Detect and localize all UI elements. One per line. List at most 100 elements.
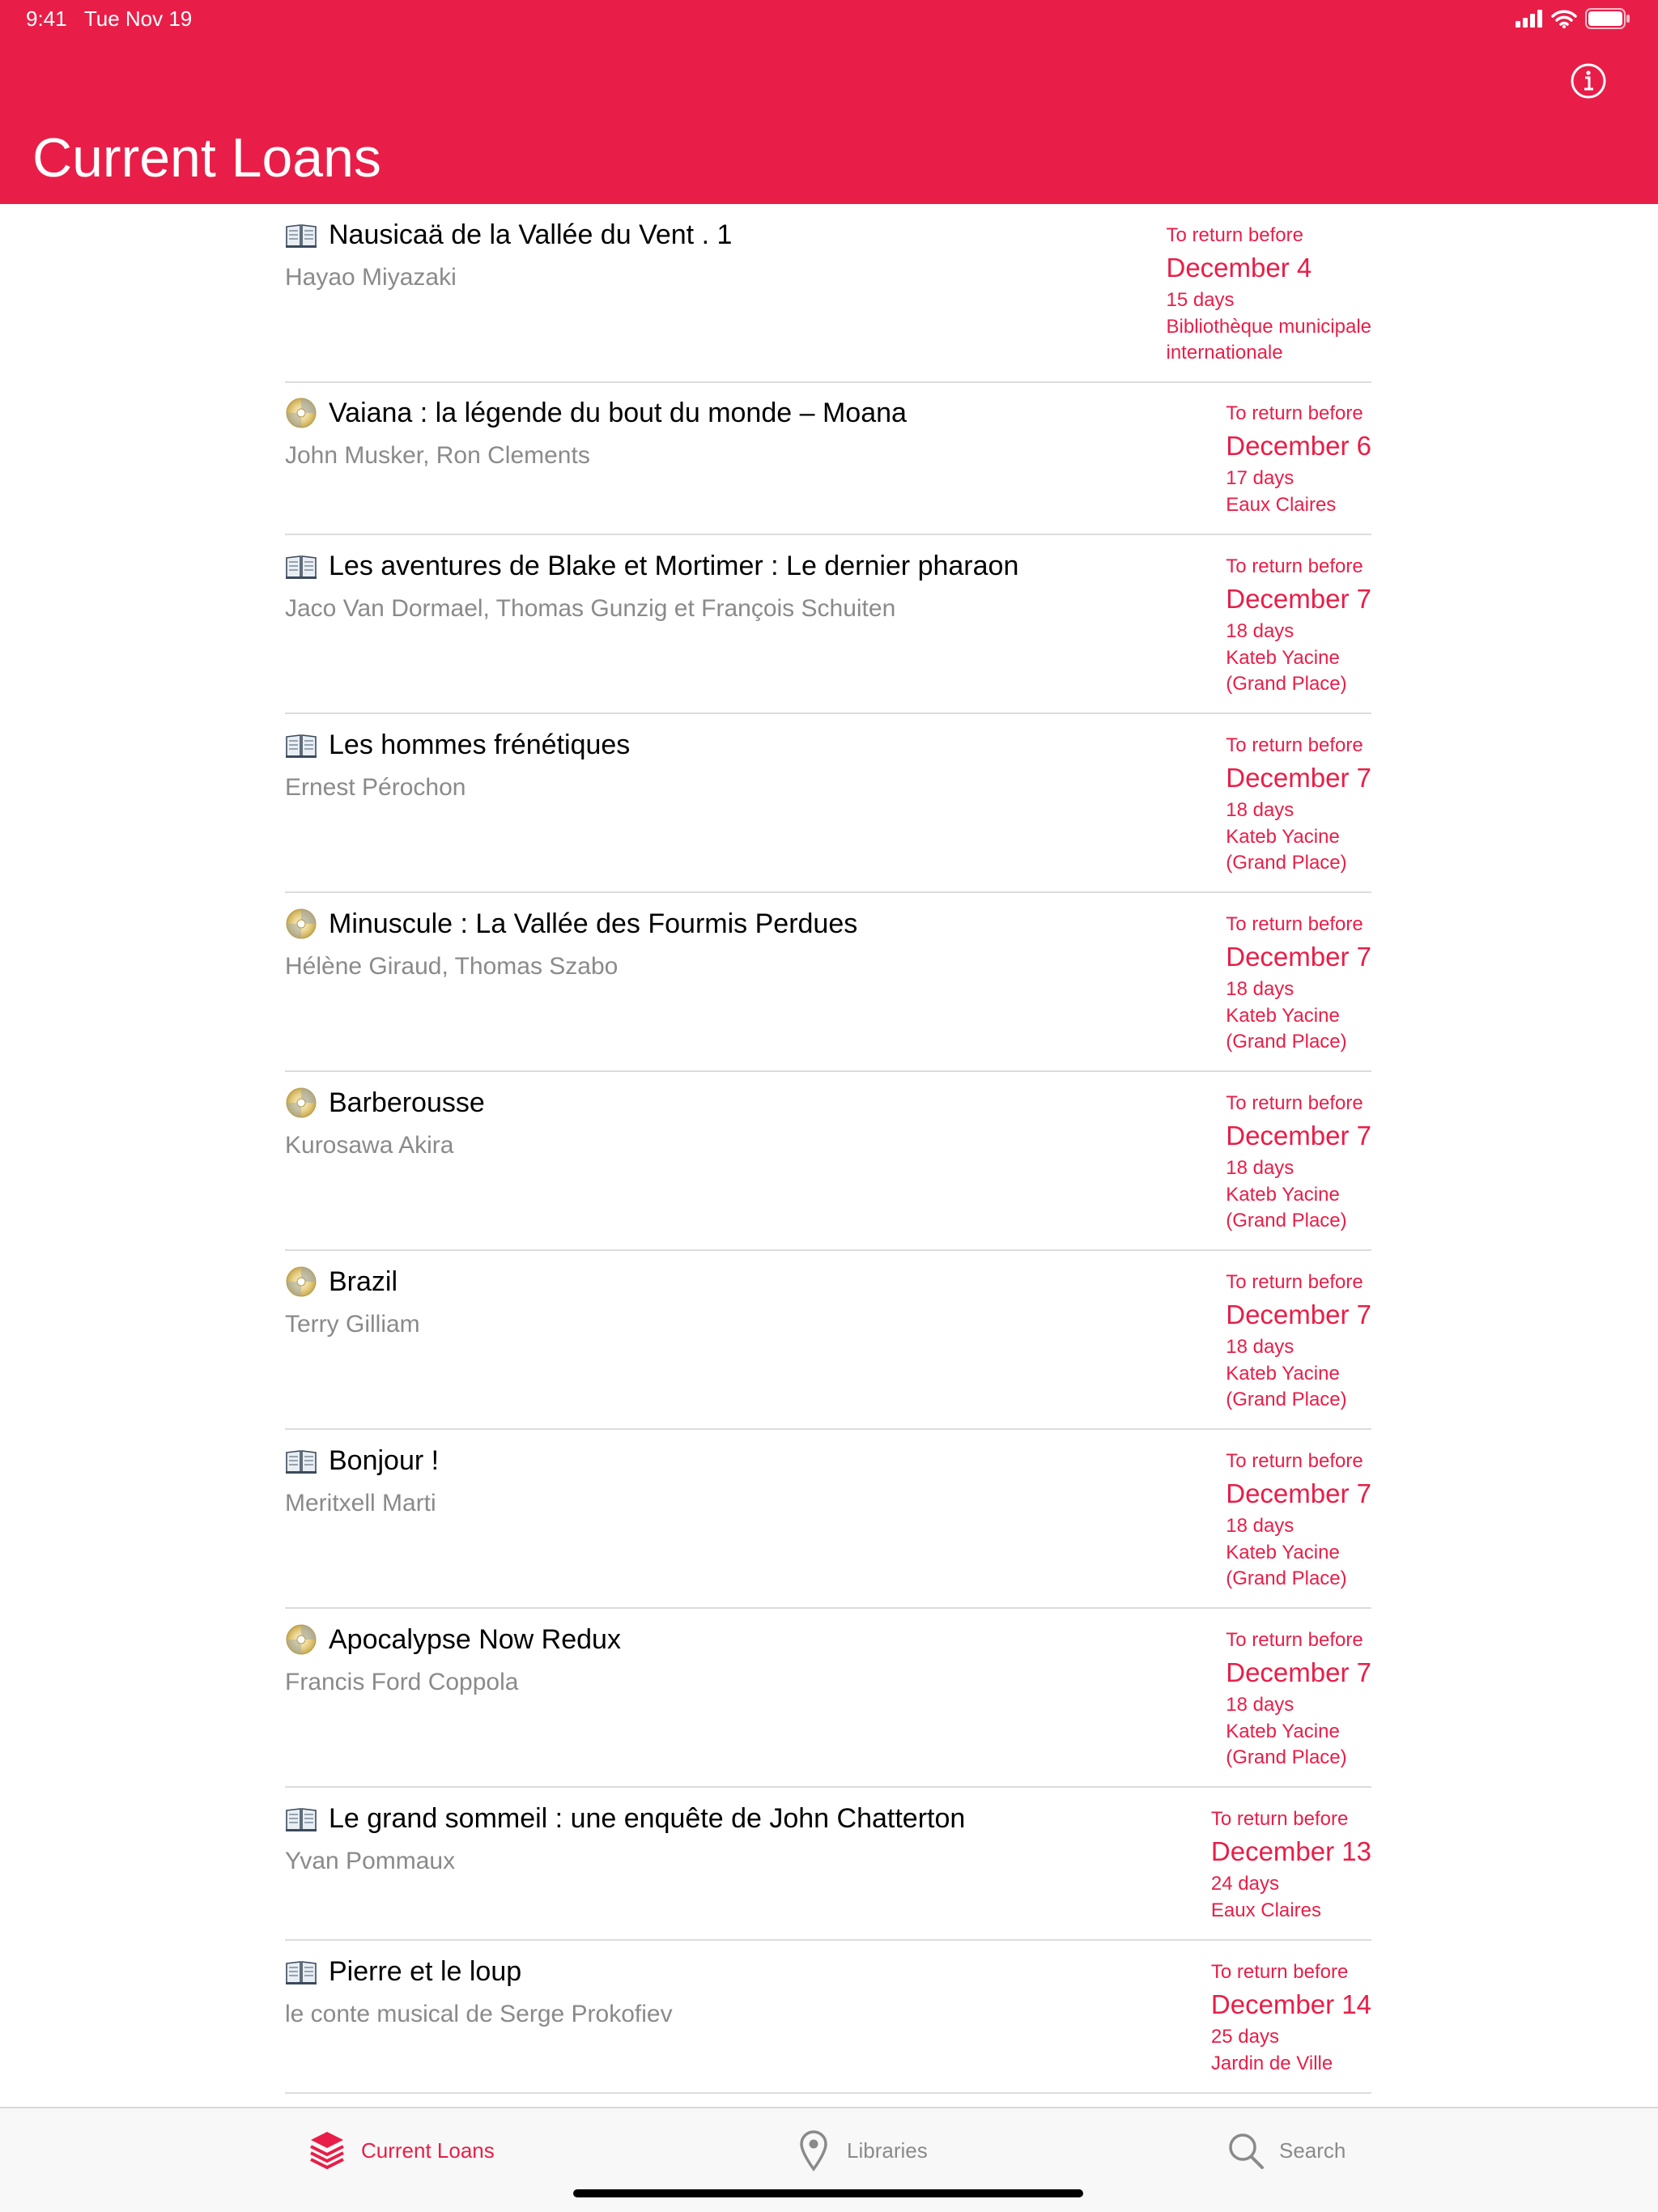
loan-row[interactable]: Bonjour ! Meritxell Marti To return before… <box>285 1430 1371 1609</box>
status-date: Tue Nov 19 <box>83 6 193 31</box>
loan-due-info: To return before December 7 18 days Kateb Y… <box>1226 1090 1371 1234</box>
due-date: December 7 <box>1226 1121 1371 1151</box>
tab-label-search: Search <box>1279 2138 1346 2163</box>
home-indicator[interactable] <box>573 2189 1083 2197</box>
due-label: To return before <box>1226 402 1363 424</box>
loan-author: Terry Gilliam <box>285 1311 420 1338</box>
loan-due-info: To return before December 7 18 days Kateb Y… <box>1226 1448 1371 1592</box>
stacked-books-icon <box>310 2132 344 2170</box>
library-name: Kateb Yacine (Grand Place) <box>1226 1184 1347 1231</box>
loan-author: Kurosawa Akira <box>285 1132 454 1159</box>
loan-row[interactable]: Barberousse Kurosawa Akira To return befor… <box>285 1072 1371 1251</box>
due-date: December 13 <box>1210 1836 1371 1866</box>
library-name: Kateb Yacine (Grand Place) <box>1226 826 1347 874</box>
loan-title: Nausicaä de la Vallée du Vent . 1 <box>329 219 733 250</box>
loan-title: Minuscule : La Vallée des Fourmis Perdue… <box>329 908 858 939</box>
days-remaining: 18 days <box>1226 1515 1295 1537</box>
days-remaining: 18 days <box>1226 978 1295 1000</box>
status-time: 9:41 Tue Nov 19 <box>26 6 192 32</box>
loan-title-line: Le grand sommeil : une enquête de John C… <box>285 1802 965 1835</box>
library-name: Kateb Yacine (Grand Place) <box>1226 1542 1347 1589</box>
loan-author: John Musker, Ron Clements <box>285 442 590 469</box>
due-label: To return before <box>1226 913 1363 935</box>
days-remaining: 25 days <box>1210 2026 1279 2048</box>
days-remaining: 24 days <box>1210 1873 1279 1895</box>
tab-search[interactable]: Search <box>1226 2126 1346 2175</box>
loan-author: Hélène Giraud, Thomas Szabo <box>285 953 619 980</box>
open-book-icon <box>286 555 317 579</box>
due-date: December 7 <box>1226 1300 1371 1329</box>
open-book-icon <box>286 1961 317 1984</box>
loan-title: Les aventures de Blake et Mortimer : Le … <box>329 550 1019 581</box>
cellular-signal-icon <box>1516 10 1542 28</box>
due-date: December 14 <box>1210 1989 1371 2019</box>
loan-row[interactable]: Les aventures de Blake et Mortimer : Le … <box>285 535 1371 714</box>
loan-row[interactable]: Minuscule : La Vallée des Fourmis Perdue… <box>285 893 1371 1072</box>
days-remaining: 18 days <box>1226 1694 1295 1716</box>
loan-title-line: Vaiana : la légende du bout du monde – M… <box>285 397 907 429</box>
days-remaining: 17 days <box>1226 467 1295 489</box>
status-indicators <box>1516 8 1630 29</box>
loan-title-line: Nausicaä de la Vallée du Vent . 1 <box>285 219 732 251</box>
library-name: Bibliothèque municipale internationale <box>1166 316 1372 364</box>
library-name: Kateb Yacine (Grand Place) <box>1226 647 1347 695</box>
disc-icon <box>286 398 317 428</box>
days-remaining: 18 days <box>1226 1336 1295 1358</box>
loan-title-line: Les aventures de Blake et Mortimer : Le … <box>285 550 1018 582</box>
loans-list[interactable]: Nausicaä de la Vallée du Vent . 1 Hayao M… <box>0 204 1658 2107</box>
due-label: To return before <box>1166 224 1303 246</box>
due-date: December 6 <box>1226 431 1371 461</box>
loan-row[interactable]: Brazil Terry Gilliam To return before Decem… <box>285 1251 1371 1430</box>
days-remaining: 18 days <box>1226 799 1295 821</box>
loan-row[interactable]: Le grand sommeil : une enquête de John C… <box>285 1788 1371 1941</box>
loan-author: Meritxell Marti <box>285 1490 436 1516</box>
tab-label-libraries: Libraries <box>847 2138 928 2163</box>
days-remaining: 18 days <box>1226 620 1295 642</box>
loan-title-line: Barberousse <box>285 1087 485 1119</box>
loan-title-line: Brazil <box>285 1266 397 1298</box>
loan-author: Yvan Pommaux <box>285 1848 456 1874</box>
loan-row[interactable]: Vaiana : la légende du bout du monde – M… <box>285 382 1371 535</box>
due-date: December 7 <box>1226 584 1371 614</box>
loan-title-line: Apocalypse Now Redux <box>285 1623 621 1656</box>
due-label: To return before <box>1226 734 1363 756</box>
page-title: Current Loans <box>32 127 381 189</box>
tab-current-loans[interactable]: Current Loans <box>308 2126 495 2175</box>
loan-row[interactable]: Nausicaä de la Vallée du Vent . 1 Hayao M… <box>285 204 1371 383</box>
loan-row[interactable]: Apocalypse Now Redux Francis Ford Coppola… <box>285 1609 1371 1788</box>
loan-due-info: To return before December 7 18 days Kateb Y… <box>1226 553 1371 697</box>
magnifier-icon <box>1229 2133 1264 2169</box>
loan-due-info: To return before December 7 18 days Kateb Y… <box>1226 732 1371 876</box>
tab-libraries[interactable]: Libraries <box>793 2126 928 2175</box>
disc-icon <box>286 1266 317 1297</box>
loan-title-line: Minuscule : La Vallée des Fourmis Perdue… <box>285 908 857 940</box>
loan-author: Hayao Miyazaki <box>285 264 457 291</box>
library-name: Kateb Yacine (Grand Place) <box>1226 1721 1347 1768</box>
map-pin-icon <box>800 2130 827 2172</box>
due-date: December 7 <box>1226 1478 1371 1508</box>
days-remaining: 18 days <box>1226 1157 1295 1179</box>
due-label: To return before <box>1210 1961 1349 1983</box>
library-name: Eaux Claires <box>1226 494 1337 516</box>
loan-title: Les hommes frénétiques <box>329 729 631 760</box>
due-date: December 4 <box>1166 253 1312 283</box>
due-label: To return before <box>1226 555 1363 577</box>
loan-due-info: To return before December 14 25 days Jardin… <box>1211 1959 1371 2077</box>
battery-icon <box>1585 8 1630 29</box>
info-circle-icon[interactable] <box>1569 62 1608 100</box>
open-book-icon <box>286 734 317 758</box>
loan-title: Apocalypse Now Redux <box>329 1623 621 1655</box>
loan-title: Le grand sommeil : une enquête de John C… <box>329 1802 966 1834</box>
days-remaining: 15 days <box>1166 289 1235 311</box>
loan-due-info: To return before December 13 24 days Eaux C… <box>1211 1806 1371 1924</box>
library-name: Eaux Claires <box>1210 1899 1321 1921</box>
loan-title: Bonjour ! <box>329 1444 440 1476</box>
loan-row[interactable]: Pierre et le loup le conte musical de Ser… <box>285 1941 1371 2094</box>
loan-author: le conte musical de Serge Prokofiev <box>285 2001 673 2027</box>
loan-author: Francis Ford Coppola <box>285 1669 519 1695</box>
loan-title: Pierre et le loup <box>329 1955 522 1987</box>
loan-title: Barberousse <box>329 1087 485 1118</box>
loan-due-info: To return before December 7 18 days Kateb Y… <box>1226 1627 1371 1771</box>
loan-author: Ernest Pérochon <box>285 774 466 801</box>
loan-row[interactable]: Les hommes frénétiques Ernest Pérochon To … <box>285 714 1371 893</box>
